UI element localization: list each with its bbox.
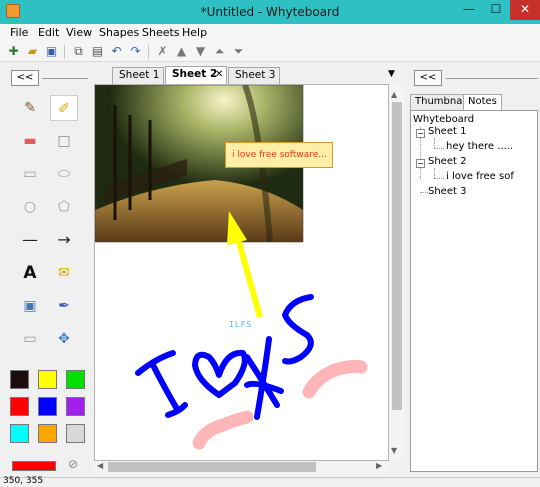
menu-view[interactable]: View <box>66 26 92 39</box>
tree-line <box>434 148 444 149</box>
rectangle-tool[interactable]: □ <box>50 128 78 154</box>
color-swatch[interactable] <box>66 424 85 443</box>
tree-note-1[interactable]: hey there ..... <box>446 141 513 152</box>
rounded-rect-tool[interactable]: ▭ <box>16 161 44 187</box>
paste-icon[interactable]: ▤ <box>90 44 105 59</box>
sheet-tabs: Sheet 1 Sheet 2 ✕ Sheet 3 ▼ <box>94 66 404 84</box>
current-color-swatch[interactable] <box>12 461 56 471</box>
open-icon[interactable]: ▰ <box>25 44 40 59</box>
color-swatch[interactable] <box>10 370 29 389</box>
whiteboard-canvas[interactable]: i love free software... ILFS <box>94 84 389 461</box>
tree-line <box>420 192 428 193</box>
horizontal-scroll-thumb[interactable] <box>108 462 316 472</box>
maximize-button[interactable]: ☐ <box>483 0 509 20</box>
move-top-icon[interactable]: ⏶ <box>212 44 227 59</box>
highlighter-tool[interactable]: ✐ <box>50 95 78 121</box>
move-bottom-icon[interactable]: ⏷ <box>231 44 246 59</box>
undo-icon[interactable]: ↶ <box>109 44 124 59</box>
menu-shapes[interactable]: Shapes <box>99 26 139 39</box>
arrow-tool[interactable]: → <box>50 227 78 253</box>
tree-root[interactable]: Whyteboard <box>413 114 474 125</box>
cursor-coordinates: 350, 355 <box>3 476 44 486</box>
eyedropper-tool[interactable]: ✒ <box>50 293 78 319</box>
tab-notes[interactable]: Notes <box>463 94 502 110</box>
pen-tool[interactable]: ✎ <box>16 95 44 121</box>
color-swatch[interactable] <box>66 370 85 389</box>
minimize-button[interactable]: — <box>456 0 482 20</box>
text-tool[interactable]: A <box>16 260 44 286</box>
vertical-scroll-thumb[interactable] <box>392 102 402 410</box>
menu-bar: File Edit View Shapes Sheets Help <box>0 24 540 42</box>
tree-line <box>434 168 435 178</box>
horizontal-scrollbar[interactable]: ◀ ▶ <box>94 461 389 473</box>
tree-line <box>434 178 444 179</box>
tab-sheet-2[interactable]: Sheet 2 ✕ <box>165 66 227 84</box>
color-swatch[interactable] <box>38 370 57 389</box>
menu-help[interactable]: Help <box>182 26 207 39</box>
move-up-icon[interactable]: ▲ <box>174 44 189 59</box>
tab-label: Sheet 1 <box>119 69 160 81</box>
color-swatch[interactable] <box>38 397 57 416</box>
new-icon[interactable]: ✚ <box>6 44 21 59</box>
collapse-icon[interactable]: − <box>416 129 425 138</box>
menu-sheets[interactable]: Sheets <box>142 26 180 39</box>
side-panel: << Thumbnails Notes Whyteboard − Sheet 1… <box>408 64 540 477</box>
status-bar: 350, 355 <box>0 476 540 487</box>
color-swatch[interactable] <box>38 424 57 443</box>
collapse-side-panel-button[interactable]: << <box>414 70 442 86</box>
select-tool[interactable]: ✥ <box>50 326 78 352</box>
menu-edit[interactable]: Edit <box>38 26 59 39</box>
tree-line <box>434 138 435 148</box>
tab-sheet-1[interactable]: Sheet 1 <box>112 67 164 84</box>
scroll-right-icon[interactable]: ▶ <box>376 461 382 470</box>
scroll-left-icon[interactable]: ◀ <box>97 461 103 470</box>
panel-divider <box>42 78 88 79</box>
save-icon[interactable]: ▣ <box>44 44 59 59</box>
tab-menu-icon[interactable]: ▼ <box>388 69 395 79</box>
menu-file[interactable]: File <box>10 26 28 39</box>
ilfs-text[interactable]: ILFS <box>229 320 252 329</box>
app-window: *Untitled - Whyteboard — ☐ ✕ File Edit V… <box>0 0 540 487</box>
title-bar: *Untitled - Whyteboard — ☐ ✕ <box>0 0 540 24</box>
toolbar-separator <box>64 45 65 59</box>
toolbar-separator <box>148 45 149 59</box>
tree-sheet-2[interactable]: Sheet 2 <box>428 156 466 167</box>
sticky-note[interactable]: i love free software... <box>225 142 333 168</box>
close-button[interactable]: ✕ <box>510 0 540 20</box>
vertical-scrollbar[interactable]: ▲ ▼ <box>389 84 405 461</box>
ellipse-tool[interactable]: ⬭ <box>50 161 78 187</box>
tool-panel: << ✎ ✐ ▬ □ ▭ ⬭ ○ ⬠ — → A ✉ ▣ ✒ ▭ ✥ ⊘ <box>0 64 92 477</box>
tree-note-2[interactable]: i love free sof <box>446 171 514 182</box>
panel-divider <box>446 78 538 79</box>
media-tool[interactable]: ▣ <box>16 293 44 319</box>
redo-icon[interactable]: ↷ <box>128 44 143 59</box>
circle-tool[interactable]: ○ <box>16 194 44 220</box>
transparent-icon[interactable]: ⊘ <box>68 457 78 471</box>
tab-label: Sheet 2 <box>172 68 218 80</box>
collapse-tools-button[interactable]: << <box>11 70 39 86</box>
tab-label: Sheet 3 <box>235 69 276 81</box>
blue-handwriting[interactable] <box>135 294 314 420</box>
note-tool[interactable]: ✉ <box>50 260 78 286</box>
tree-sheet-3[interactable]: Sheet 3 <box>428 186 466 197</box>
pink-strokes[interactable] <box>192 359 368 450</box>
notes-tree: Whyteboard − Sheet 1 hey there ..... − S… <box>410 110 538 472</box>
move-down-icon[interactable]: ▼ <box>193 44 208 59</box>
polygon-tool[interactable]: ⬠ <box>50 194 78 220</box>
line-tool[interactable]: — <box>16 227 44 253</box>
delete-icon[interactable]: ✗ <box>155 44 170 59</box>
copy-icon[interactable]: ⧉ <box>71 44 86 59</box>
scroll-up-icon[interactable]: ▲ <box>391 90 397 99</box>
close-tab-icon[interactable]: ✕ <box>215 67 223 82</box>
collapse-icon[interactable]: − <box>416 159 425 168</box>
toolbar: ✚ ▰ ▣ ⧉ ▤ ↶ ↷ ✗ ▲ ▼ ⏶ ⏷ <box>0 42 540 62</box>
color-swatch[interactable] <box>10 397 29 416</box>
tab-sheet-3[interactable]: Sheet 3 <box>228 67 280 84</box>
tree-sheet-1[interactable]: Sheet 1 <box>428 126 466 137</box>
color-swatch[interactable] <box>10 424 29 443</box>
eraser-tool[interactable]: ▬ <box>16 128 44 154</box>
image-tool[interactable]: ▭ <box>16 326 44 352</box>
scroll-down-icon[interactable]: ▼ <box>391 446 397 455</box>
color-swatch[interactable] <box>66 397 85 416</box>
